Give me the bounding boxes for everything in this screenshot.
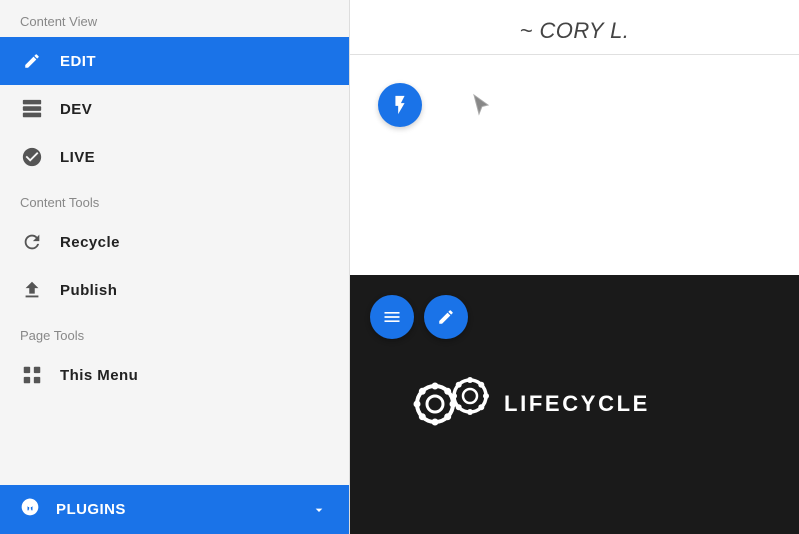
sidebar-item-this-menu[interactable]: This Menu — [0, 351, 349, 399]
lifecycle-text: LIFECYCLE — [504, 391, 650, 417]
main-header: ~ CORY L. — [350, 0, 799, 55]
pencil-icon — [20, 49, 44, 73]
lifecycle-logo: LIFECYCLE — [400, 369, 650, 439]
content-tools-label: Content Tools — [0, 181, 349, 218]
edit-preview-button[interactable] — [424, 295, 468, 339]
edit-label: EDIT — [60, 53, 96, 70]
cursor-indicator — [470, 93, 494, 117]
content-view-label: Content View — [0, 0, 349, 37]
checkmark-circle-icon — [20, 145, 44, 169]
publish-icon — [20, 278, 44, 302]
live-label: LIVE — [60, 149, 95, 166]
menu-button[interactable] — [370, 295, 414, 339]
this-menu-label: This Menu — [60, 367, 138, 384]
grid-icon — [20, 363, 44, 387]
rocket-icon — [20, 497, 40, 522]
server-icon — [20, 97, 44, 121]
dev-label: DEV — [60, 101, 92, 118]
chevron-down-icon — [309, 500, 329, 520]
main-content: ~ CORY L. — [350, 0, 799, 534]
sidebar-item-plugins[interactable]: PLUGINS — [0, 485, 349, 534]
sidebar-item-publish[interactable]: Publish — [0, 266, 349, 314]
sidebar-item-dev[interactable]: DEV — [0, 85, 349, 133]
preview-area: LIFECYCLE — [350, 275, 799, 534]
sidebar-item-recycle[interactable]: Recycle — [0, 218, 349, 266]
publish-label: Publish — [60, 282, 117, 299]
flash-button[interactable] — [378, 83, 422, 127]
preview-buttons — [370, 295, 468, 339]
page-tools-label: Page Tools — [0, 314, 349, 351]
sidebar-item-live[interactable]: LIVE — [0, 133, 349, 181]
recycle-label: Recycle — [60, 234, 120, 251]
sidebar: Content View EDIT DEV LIVE Content Too — [0, 0, 350, 534]
sidebar-item-edit[interactable]: EDIT — [0, 37, 349, 85]
header-title: ~ CORY L. — [520, 18, 630, 44]
main-body-top — [350, 55, 799, 275]
plugins-label: PLUGINS — [56, 501, 293, 518]
recycle-icon — [20, 230, 44, 254]
gears-svg — [400, 369, 500, 439]
